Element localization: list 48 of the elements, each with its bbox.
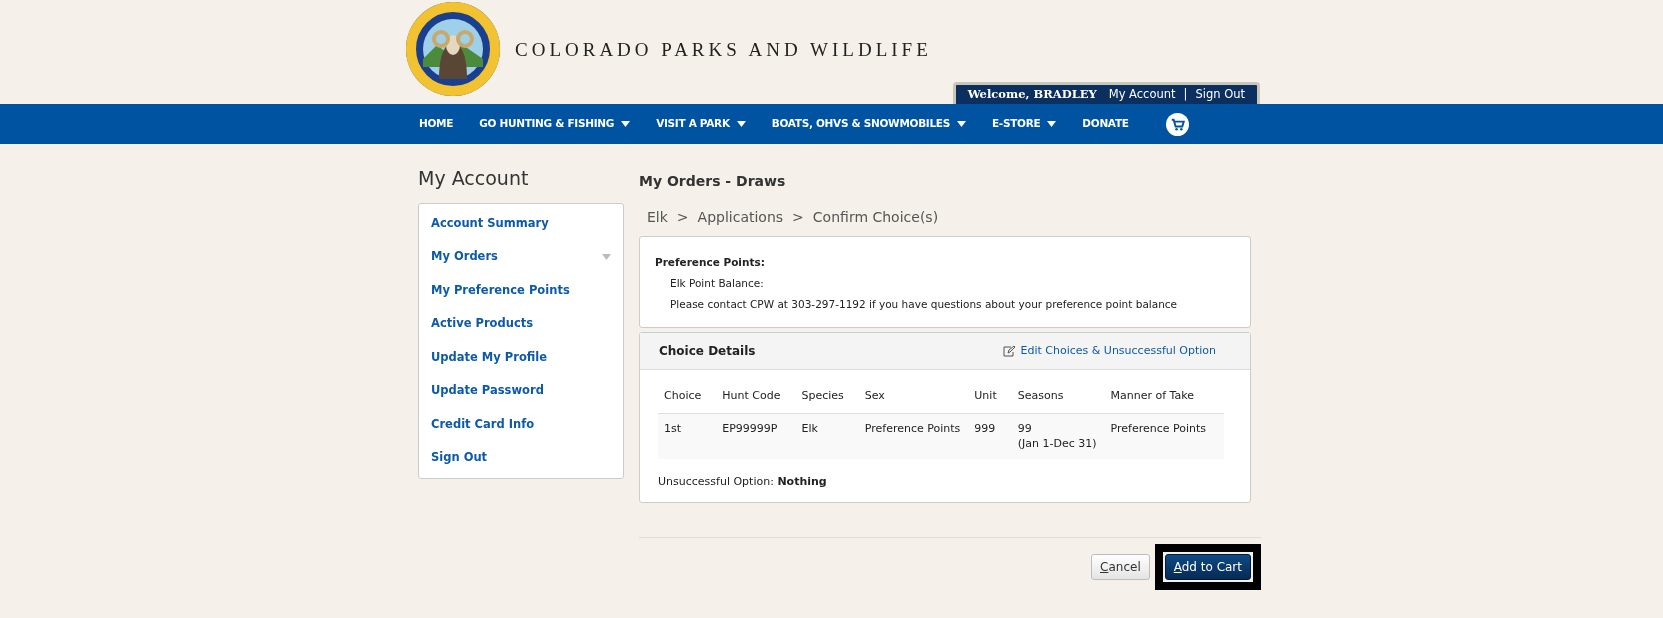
site-title: COLORADO PARKS AND WILDLIFE <box>515 38 932 62</box>
column-header: Sex <box>858 380 969 414</box>
sidebar-item[interactable]: My Orders <box>419 240 623 274</box>
table-cell: Preference Points <box>1104 413 1225 459</box>
cancel-button[interactable]: Cancel <box>1091 554 1150 581</box>
welcome-text: Welcome, BRADLEY <box>967 85 1097 103</box>
nav-item[interactable]: E-STORE <box>992 116 1057 132</box>
column-header: Seasons <box>1011 380 1105 414</box>
table-cell: Preference Points <box>858 413 969 459</box>
page-title: My Orders - Draws <box>639 172 787 191</box>
breadcrumb-item[interactable]: Elk <box>647 207 668 228</box>
table-cell: EP99999P <box>716 413 796 459</box>
nav-item[interactable]: DONATE <box>1082 116 1129 132</box>
sidebar-item[interactable]: Sign Out <box>419 441 623 475</box>
column-header: Unit <box>968 380 1012 414</box>
add-to-cart-button[interactable]: Add to Cart <box>1164 554 1251 581</box>
breadcrumb-separator: > <box>676 208 689 227</box>
breadcrumb-item[interactable]: Applications <box>697 207 784 228</box>
preference-points-text: Elk Point Balance: <box>670 275 765 291</box>
breadcrumb-item[interactable]: Confirm Choice(s) <box>812 207 939 228</box>
sidebar-item[interactable]: Active Products <box>419 307 623 341</box>
table-cell: 99 (Jan 1-Dec 31) <box>1011 413 1105 459</box>
nav-item[interactable]: VISIT A PARK <box>656 116 746 132</box>
preference-points-heading: Preference Points: <box>655 255 766 270</box>
column-header: Species <box>795 380 859 414</box>
table-cell: 999 <box>968 413 1012 459</box>
sidebar-item[interactable]: Credit Card Info <box>419 407 623 441</box>
sidebar-item[interactable]: My Preference Points <box>419 273 623 307</box>
sidebar-item[interactable]: Account Summary <box>419 206 623 240</box>
column-header: Choice <box>658 380 717 414</box>
breadcrumb-separator: > <box>792 208 804 227</box>
my-account-link[interactable]: My Account <box>1108 85 1176 104</box>
preference-points-text: Please contact CPW at 303-297-1192 if you have questions about your preference point balance <box>670 296 1179 312</box>
unsuccessful-option-text: Unsuccessful Option: Nothing <box>658 473 828 490</box>
sidebar-item[interactable]: Update Password <box>419 374 623 408</box>
column-header: Manner of Take <box>1104 380 1225 414</box>
table-cell: Elk <box>795 413 859 459</box>
link-separator: | <box>1183 85 1188 103</box>
sidebar-title: My Account <box>418 166 530 191</box>
nav-item[interactable]: GO HUNTING & FISHING <box>479 116 631 132</box>
sidebar-item[interactable]: Update My Profile <box>419 340 623 374</box>
nav-item[interactable]: BOATS, OHVS & SNOWMOBILES <box>771 116 966 132</box>
column-header: Hunt Code <box>716 380 796 414</box>
nav-item[interactable]: HOME <box>419 116 454 132</box>
edit-choices-link[interactable]: Edit Choices & Unsuccessful Option <box>1003 343 1216 360</box>
table-cell: 1st <box>658 413 717 459</box>
sign-out-link[interactable]: Sign Out <box>1195 85 1245 104</box>
choice-details-title: Choice Details <box>659 343 756 361</box>
